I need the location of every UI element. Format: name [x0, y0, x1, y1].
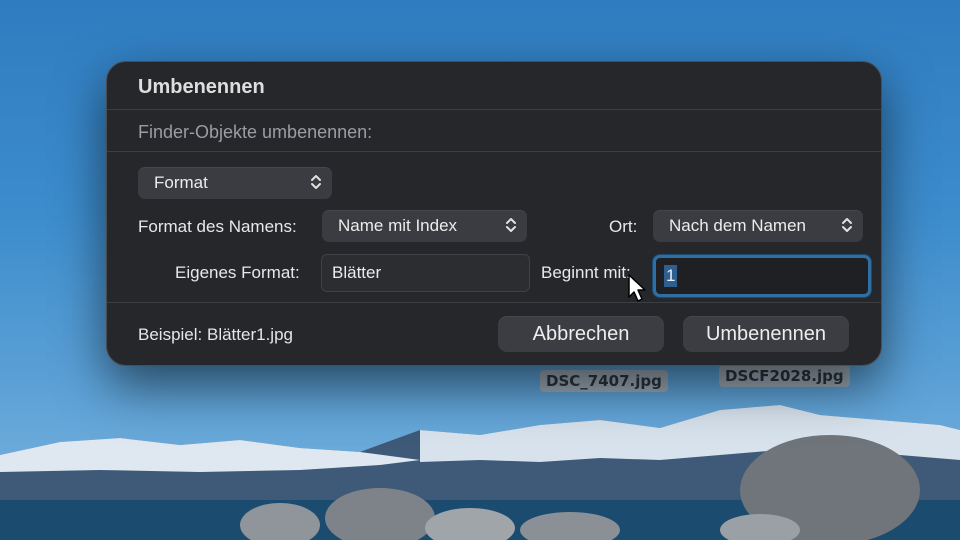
mouse-pointer-icon [628, 274, 646, 302]
desktop-wallpaper [0, 405, 960, 540]
location-label: Ort: [609, 217, 638, 236]
custom-format-label: Eigenes Format: [175, 263, 300, 282]
location-value: Nach dem Namen [669, 216, 807, 235]
start-at-label: Beginnt mit: [541, 263, 631, 282]
start-at-value: 1 [664, 265, 678, 287]
chevron-updown-icon [506, 218, 516, 232]
desktop-file-label[interactable]: DSC_7407.jpg [540, 370, 668, 392]
name-format-value: Name mit Index [338, 216, 458, 235]
divider [107, 302, 881, 303]
dialog-subtitle: Finder-Objekte umbenennen: [138, 122, 373, 142]
example-preview: Beispiel: Blätter1.jpg [138, 325, 293, 344]
rename-dialog: Umbenennen Finder-Objekte umbenennen: Fo… [106, 61, 882, 366]
custom-format-value: Blätter [332, 263, 382, 282]
chevron-updown-icon [842, 218, 852, 232]
divider [107, 109, 881, 110]
chevron-updown-icon [311, 175, 321, 189]
desktop-file-label[interactable]: DSCF2028.jpg [719, 365, 850, 387]
rename-mode-popup[interactable]: Format [138, 167, 332, 199]
start-at-field[interactable]: 1 [653, 255, 871, 297]
custom-format-field[interactable]: Blätter [321, 254, 530, 292]
rename-mode-value: Format [154, 173, 208, 192]
name-format-popup[interactable]: Name mit Index [322, 210, 527, 242]
dialog-title: Umbenennen [138, 76, 265, 98]
location-popup[interactable]: Nach dem Namen [653, 210, 863, 242]
name-format-label: Format des Namens: [138, 217, 297, 236]
divider [107, 151, 881, 152]
cancel-button[interactable]: Abbrechen [498, 316, 664, 352]
rename-button[interactable]: Umbenennen [683, 316, 849, 352]
